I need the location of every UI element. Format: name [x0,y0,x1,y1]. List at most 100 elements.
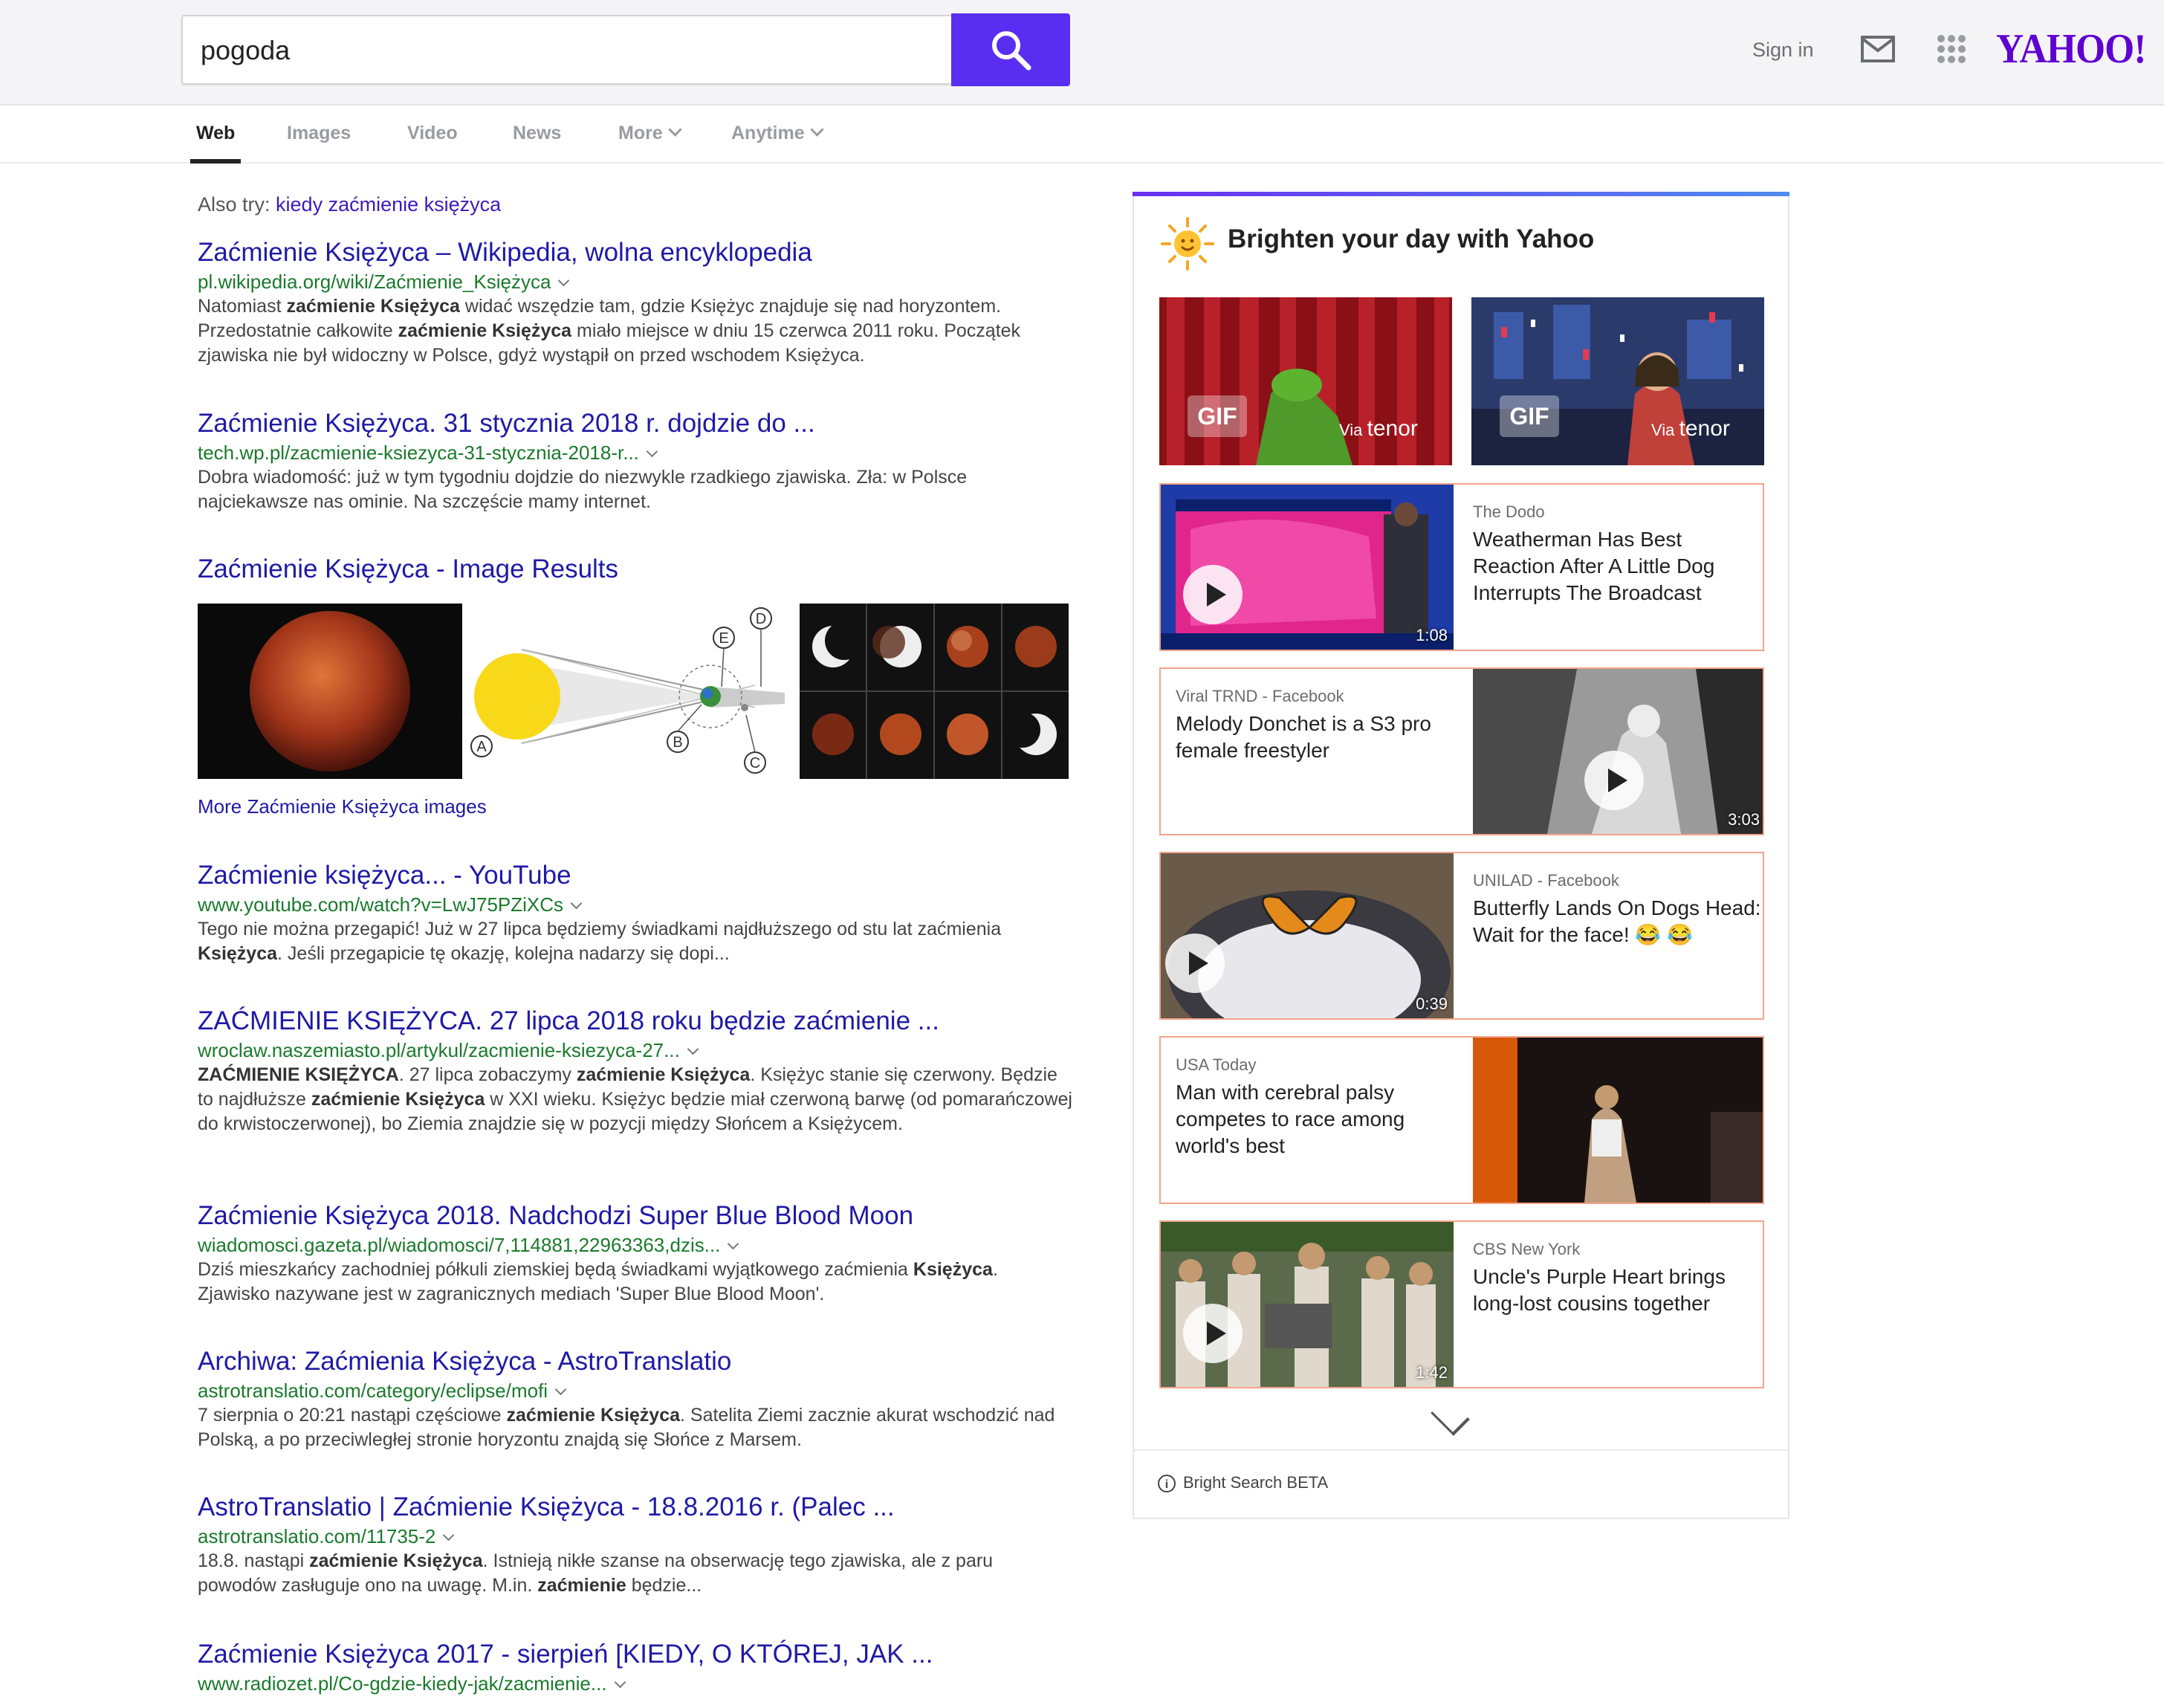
result-title[interactable]: Zaćmienie Księżyca. 31 stycznia 2018 r. … [198,407,1075,440]
video-thumbnail[interactable] [1473,1038,1763,1203]
image-result-moon[interactable] [198,604,462,779]
tab-anytime-label: Anytime [731,123,805,143]
video-card[interactable]: Viral TRND - Facebook Melody Donchet is … [1159,667,1764,835]
result-title[interactable]: AstroTranslatio | Zaćmienie Księżyca - 1… [198,1491,1075,1524]
result-snippet: 18.8. nastąpi zaćmienie Księżyca. Istnie… [198,1550,994,1596]
play-icon[interactable] [1183,565,1243,624]
search-input[interactable] [199,16,930,85]
video-card[interactable]: 1:08 The Dodo Weatherman Has Best Reacti… [1159,483,1764,651]
video-duration: 0:39 [1416,994,1448,1013]
apps-grid-icon[interactable] [1937,34,1966,64]
chevron-down-icon[interactable] [1431,1397,1470,1436]
result-url[interactable]: www.youtube.com/watch?v=LwJ75PZiXCs [198,892,1075,917]
image-result-phases[interactable] [800,604,1069,779]
chevron-down-icon[interactable] [687,1043,699,1055]
result-title[interactable]: Archiwa: Zaćmienia Księżyca - AstroTrans… [198,1345,1075,1378]
more-images-link[interactable]: More Zaćmienie Księżyca images [198,795,487,818]
search-button[interactable] [951,13,1070,86]
video-card[interactable]: USA Today Man with cerebral palsy compet… [1159,1036,1764,1204]
via-label: Via [1651,421,1675,439]
result-title[interactable]: Zaćmienie księżyca... - YouTube [198,859,1075,892]
chevron-down-icon[interactable] [554,1383,567,1396]
chevron-down-icon[interactable] [443,1529,455,1542]
blood-moon-image [250,611,410,771]
result-url[interactable]: astrotranslatio.com/category/eclipse/mof… [198,1378,1075,1403]
search-tabs: Web Images Video News More Anytime [0,106,2164,164]
search-box[interactable] [181,15,951,85]
tab-anytime[interactable]: Anytime [731,106,824,162]
result-item: Zaćmienie Księżyca – Wikipedia, wolna en… [198,236,1075,368]
result-title[interactable]: Zaćmienie Księżyca 2018. Nadchodzi Super… [198,1200,1075,1232]
result-title[interactable]: Zaćmienie Księżyca 2017 - sierpień [KIED… [198,1638,1075,1671]
tab-images[interactable]: Images [287,106,351,162]
card-headline[interactable]: Man with cerebral palsy competes to race… [1176,1079,1464,1159]
result-title[interactable]: ZAĆMIENIE KSIĘŻYCA. 27 lipca 2018 roku b… [198,1005,1075,1038]
result-url-text: wroclaw.naszemiasto.pl/artykul/zacmienie… [198,1039,680,1061]
search-icon [992,31,1031,71]
result-url[interactable]: wroclaw.naszemiasto.pl/artykul/zacmienie… [198,1038,1075,1063]
tab-news[interactable]: News [513,106,561,162]
diagram-label-e: E [719,630,728,647]
gif-tile[interactable]: GIF Via tenor [1471,297,1764,465]
image-result-diagram[interactable]: A B C D E [465,604,798,779]
image-results-row: A B C D E [198,604,1069,779]
video-thumbnail[interactable]: 1:42 [1161,1222,1454,1387]
result-item: Zaćmienie księżyca... - YouTube www.yout… [198,859,1075,966]
header: Sign in YAHOO! [0,0,2164,106]
video-thumbnail[interactable]: 0:39 [1161,853,1454,1018]
video-card[interactable]: 1:42 CBS New York Uncle's Purple Heart b… [1159,1220,1764,1388]
result-url[interactable]: tech.wp.pl/zacmienie-ksiezyca-31-styczni… [198,440,1075,465]
eclipse-phases-image [800,604,1069,779]
result-url-text: tech.wp.pl/zacmienie-ksiezyca-31-styczni… [198,441,639,464]
yahoo-logo[interactable]: YAHOO! [1996,25,2146,73]
bright-search-text: Bright Search BETA [1183,1473,1329,1492]
gif-badge: GIF [1188,395,1247,437]
panel-accent-bar [1133,192,1789,196]
also-try-link[interactable]: kiedy zaćmienie księżyca [276,193,501,216]
image-results-title[interactable]: Zaćmienie Księżyca - Image Results [198,553,618,586]
tenor-label: tenor [1367,416,1418,441]
play-icon[interactable] [1584,751,1644,810]
result-title[interactable]: Zaćmienie Księżyca – Wikipedia, wolna en… [198,236,1075,269]
race-runner-image [1473,1038,1763,1203]
also-try-label: Also try: [198,193,270,216]
tab-web[interactable]: Web [189,106,242,164]
result-url[interactable]: wiadomosci.gazeta.pl/wiadomosci/7,114881… [198,1232,1075,1258]
result-url[interactable]: astrotranslatio.com/11735-2 [198,1524,1075,1549]
chevron-down-icon[interactable] [570,897,583,910]
chevron-down-icon[interactable] [646,445,658,458]
diagram-label-c: C [750,755,760,771]
mail-icon[interactable] [1861,36,1895,62]
chevron-down-icon[interactable] [614,1676,626,1689]
video-thumbnail[interactable]: 1:08 [1161,485,1454,650]
tab-more[interactable]: More [618,106,682,162]
result-snippet: Dziś mieszkańcy zachodniej półkuli ziems… [198,1259,998,1304]
via-tenor: Via tenor [1651,416,1730,441]
card-source: CBS New York [1473,1240,1581,1258]
result-url-text: pl.wikipedia.org/wiki/Zaćmienie_Księżyca [198,271,551,293]
play-icon[interactable] [1165,934,1225,993]
card-headline[interactable]: Butterfly Lands On Dogs Head: Wait for t… [1473,895,1761,948]
tab-video[interactable]: Video [407,106,458,162]
result-snippet: Tego nie można przegapić! Już w 27 lipca… [198,919,1002,964]
chevron-down-icon[interactable] [728,1238,739,1250]
result-url-text: wiadomosci.gazeta.pl/wiadomosci/7,114881… [198,1234,721,1256]
result-snippet: 7 sierpnia o 20:21 nastąpi częściowe zać… [198,1405,1055,1450]
play-icon[interactable] [1183,1304,1243,1363]
via-label: Via [1339,421,1363,439]
result-item: Zaćmienie Księżyca 2018. Nadchodzi Super… [198,1200,1075,1307]
video-thumbnail[interactable]: 3:03 [1473,669,1763,834]
video-card[interactable]: 0:39 UNILAD - Facebook Butterfly Lands O… [1159,852,1764,1020]
result-url[interactable]: pl.wikipedia.org/wiki/Zaćmienie_Księżyca [198,269,1075,294]
sign-in-link[interactable]: Sign in [1752,39,1814,62]
card-headline[interactable]: Uncle's Purple Heart brings long-lost co… [1473,1264,1761,1317]
brighten-panel: Brighten your day with Yahoo GIF Via ten… [1133,192,1789,1519]
also-try: Also try: kiedy zaćmienie księżyca [198,193,501,216]
panel-title: Brighten your day with Yahoo [1228,224,1595,253]
result-url[interactable]: www.radiozet.pl/Co-gdzie-kiedy-jak/zacmi… [198,1671,1075,1696]
chevron-down-icon[interactable] [558,274,570,287]
card-headline[interactable]: Melody Donchet is a S3 pro female freest… [1176,711,1464,764]
bright-search-label[interactable]: i Bright Search BETA [1158,1473,1329,1493]
card-headline[interactable]: Weatherman Has Best Reaction After A Lit… [1473,526,1761,606]
gif-tile[interactable]: GIF Via tenor [1159,297,1452,465]
